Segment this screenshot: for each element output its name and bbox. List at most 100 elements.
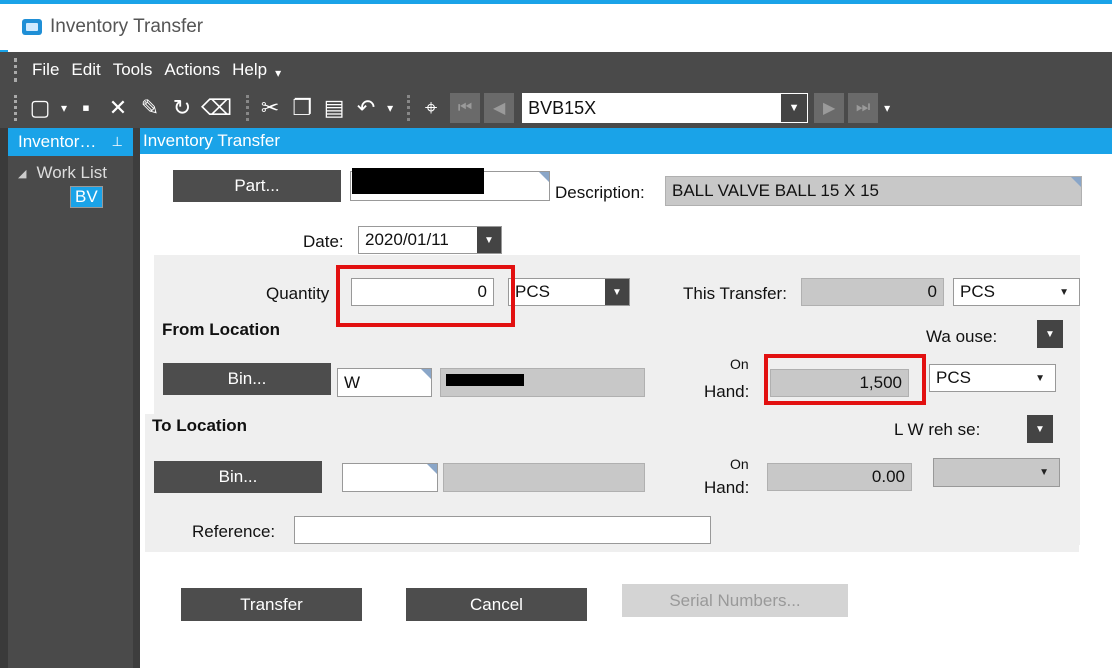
toolbar-separator	[407, 95, 411, 121]
expand-triangle-icon[interactable]: ◢	[18, 167, 26, 180]
new-icon[interactable]: ▢	[27, 93, 53, 123]
from-bin-button[interactable]: Bin...	[163, 363, 331, 395]
tree-pane-header: Inventor… ⊥	[8, 128, 133, 156]
cancel-button[interactable]: Cancel	[406, 588, 587, 621]
quantity-uom-value: PCS	[515, 282, 550, 301]
menu-file[interactable]: File	[32, 60, 59, 80]
from-bin-value: W	[344, 372, 361, 392]
window-title: Inventory Transfer	[50, 16, 204, 37]
field-corner-marker	[421, 369, 431, 379]
toolbar-overflow-icon[interactable]: ▾	[882, 93, 892, 123]
toolbar-grip	[14, 95, 17, 121]
menu-edit[interactable]: Edit	[71, 60, 100, 80]
tree-node-bv[interactable]: BV	[18, 186, 133, 208]
edit-icon[interactable]: ✎	[137, 93, 163, 123]
to-bin-input[interactable]	[342, 463, 438, 492]
menu-bar: File Edit Tools Actions Help ▾	[0, 52, 1112, 88]
next-record-icon[interactable]: ▶	[814, 93, 845, 123]
cut-icon[interactable]: ✂	[257, 93, 283, 123]
calendar-dropdown-icon[interactable]: ▼	[477, 227, 501, 253]
pin-icon[interactable]: ⊥	[112, 134, 123, 150]
previous-record-icon[interactable]: ◀	[484, 93, 515, 123]
field-corner-marker	[1071, 177, 1081, 187]
to-on-hand-value: 0.00	[871, 467, 905, 486]
copy-icon[interactable]: ❐	[289, 93, 315, 123]
menu-actions[interactable]: Actions	[164, 60, 220, 80]
to-warehouse-label: L W reh se:	[894, 420, 981, 439]
reference-input[interactable]	[294, 516, 711, 544]
date-label: Date:	[303, 232, 344, 251]
clear-icon[interactable]: ⌫	[201, 93, 232, 123]
paste-icon[interactable]: ▤	[321, 93, 347, 123]
key-field-dropdown-icon[interactable]: ▼	[781, 94, 808, 122]
highlight-quantity	[336, 265, 515, 327]
new-dropdown-icon[interactable]: ▾	[59, 93, 69, 123]
left-edge-strip	[0, 128, 8, 668]
form-header: Inventory Transfer	[140, 128, 1112, 154]
key-field-value: BVB15X	[528, 97, 597, 118]
first-record-icon[interactable]: ⏮	[450, 93, 481, 123]
tree-node-label-selected: BV	[70, 186, 103, 208]
to-on-hand-uom-select[interactable]: ▼	[933, 458, 1060, 487]
to-on-hand-field: 0.00	[767, 463, 912, 491]
chevron-down-icon[interactable]: ▼	[1035, 373, 1045, 384]
to-bin-button[interactable]: Bin...	[154, 461, 322, 493]
toolbar-separator	[246, 95, 250, 121]
menu-help[interactable]: Help	[232, 60, 267, 80]
undo-icon[interactable]: ↶	[353, 93, 379, 123]
delete-icon[interactable]: ✕	[105, 93, 131, 123]
tree-node-label: Work List	[36, 163, 108, 182]
tree: ◢ Work List BV	[0, 156, 133, 208]
quantity-label: Quantity	[266, 284, 330, 303]
transfer-button[interactable]: Transfer	[181, 588, 362, 621]
redacted-block	[446, 374, 524, 386]
redacted-block	[352, 168, 484, 194]
chevron-down-icon[interactable]: ▼	[1059, 287, 1069, 298]
menu-tools[interactable]: Tools	[113, 60, 153, 80]
date-picker[interactable]: 2020/01/11 ▼	[358, 226, 502, 254]
pane-divider[interactable]	[133, 128, 140, 668]
menu-overflow-icon[interactable]: ▾	[275, 66, 281, 80]
from-warehouse-dropdown-icon[interactable]: ▼	[1037, 320, 1063, 348]
reference-label: Reference:	[192, 522, 276, 541]
serial-numbers-button[interactable]: Serial Numbers...	[622, 584, 848, 617]
this-transfer-uom-select[interactable]: PCS ▼	[953, 278, 1080, 306]
save-icon[interactable]: ▪	[73, 93, 99, 123]
from-bin-input[interactable]: W	[337, 368, 432, 397]
from-on-hand-label: Hand:	[704, 382, 750, 401]
date-value: 2020/01/11	[365, 230, 449, 249]
undo-dropdown-icon[interactable]: ▾	[385, 93, 395, 123]
this-transfer-value: 0	[927, 282, 937, 301]
form-area: Inventory Transfer Part... Description: …	[140, 128, 1112, 668]
from-location-title: From Location	[162, 320, 281, 339]
to-on-hand-label-top: On	[730, 456, 749, 472]
chevron-down-icon[interactable]: ▼	[1039, 467, 1049, 478]
app-icon	[22, 19, 42, 35]
quantity-uom-select[interactable]: PCS ▼	[508, 278, 630, 306]
search-binoculars-icon[interactable]: ⌖	[418, 93, 444, 123]
key-field[interactable]: BVB15X ▼	[522, 93, 809, 123]
field-corner-marker	[539, 172, 549, 182]
part-button[interactable]: Part...	[173, 170, 341, 202]
description-label: Description:	[555, 183, 645, 202]
toolbar: ▢ ▾ ▪ ✕ ✎ ↻ ⌫ ✂ ❐ ▤ ↶ ▾ ⌖ ⏮ ◀ BVB15X ▼ ▶…	[0, 88, 1112, 128]
from-on-hand-uom-value: PCS	[936, 368, 971, 387]
uom-dropdown-icon[interactable]: ▼	[605, 279, 629, 305]
this-transfer-label: This Transfer:	[683, 284, 787, 303]
from-on-hand-uom-select[interactable]: PCS ▼	[929, 364, 1056, 392]
tree-pane-title: Inventor…	[18, 132, 97, 151]
to-warehouse-dropdown-icon[interactable]: ▼	[1027, 415, 1053, 443]
last-record-icon[interactable]: ⏭	[848, 93, 879, 123]
refresh-icon[interactable]: ↻	[169, 93, 195, 123]
field-corner-marker	[427, 464, 437, 474]
from-on-hand-label-top: On	[730, 356, 749, 372]
to-on-hand-label: Hand:	[704, 478, 750, 497]
this-transfer-field: 0	[801, 278, 944, 306]
tree-node-work-list[interactable]: ◢ Work List	[18, 162, 133, 184]
tree-pane: Inventor… ⊥ ◢ Work List BV	[0, 128, 133, 668]
highlight-on-hand	[764, 354, 926, 405]
description-field: BALL VALVE BALL 15 X 15	[665, 176, 1082, 206]
this-transfer-uom-value: PCS	[960, 282, 995, 301]
to-location-title: To Location	[152, 416, 248, 435]
menu-grip	[14, 58, 17, 82]
